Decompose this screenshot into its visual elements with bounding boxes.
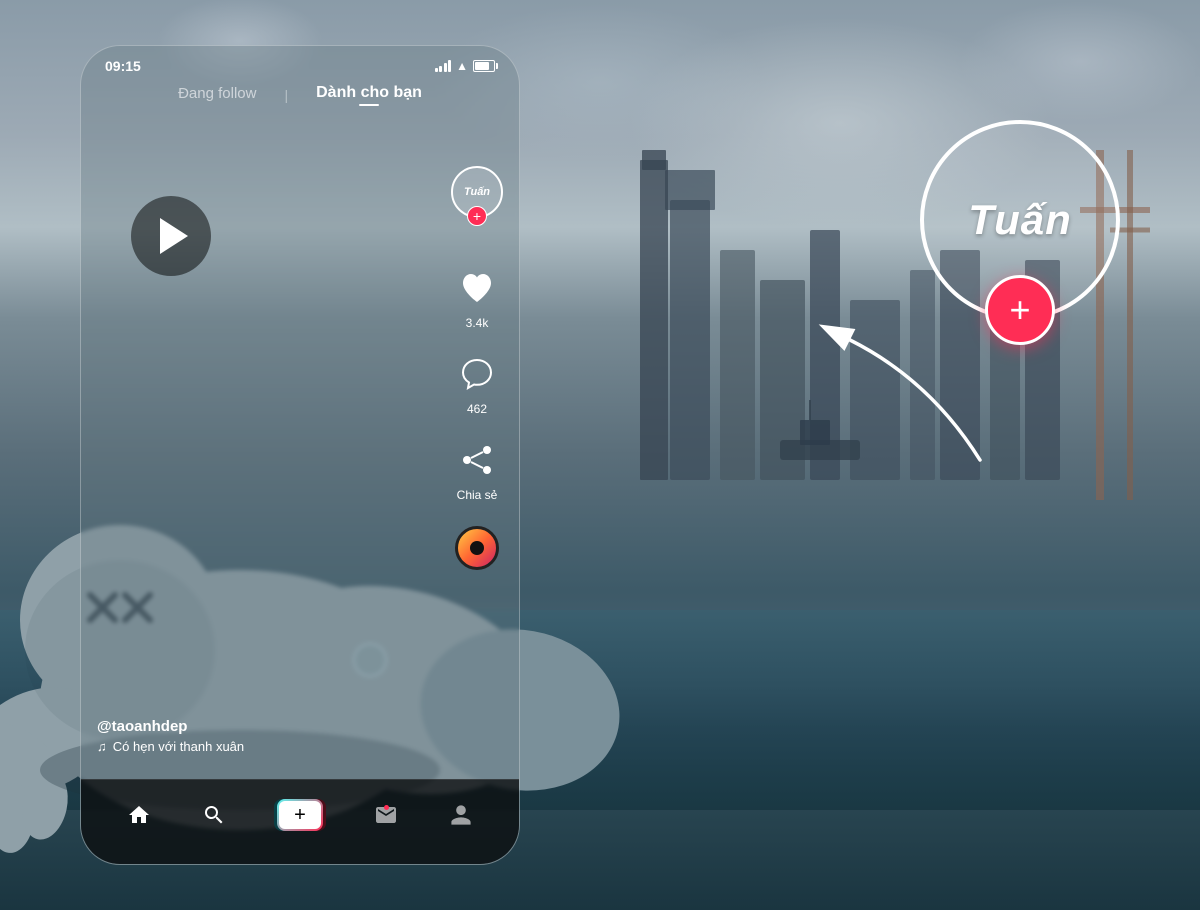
wifi-icon: ▲	[456, 59, 468, 73]
create-button[interactable]: +	[277, 799, 323, 831]
like-count: 3.4k	[466, 316, 489, 330]
inbox-icon	[374, 803, 398, 827]
nav-inbox[interactable]	[374, 803, 398, 827]
comment-action[interactable]: 462	[453, 350, 501, 416]
creator-avatar[interactable]: Tuấn +	[451, 166, 503, 218]
nav-home[interactable]	[127, 803, 151, 827]
nav-search[interactable]	[202, 803, 226, 827]
create-button-inner: +	[279, 801, 321, 829]
share-action[interactable]: Chia sẻ	[453, 436, 501, 502]
tab-separator: |	[284, 87, 288, 103]
share-icon	[453, 436, 501, 484]
bottom-navigation: +	[81, 779, 519, 864]
right-actions-panel: Tuấn + 3.4k 462	[451, 166, 503, 570]
status-icons: ▲	[435, 59, 495, 73]
home-icon	[127, 803, 151, 827]
status-bar: 09:15 ▲	[81, 46, 519, 80]
nav-tabs: Đang follow | Dành cho bạn	[81, 80, 519, 116]
tab-following[interactable]: Đang follow	[178, 85, 256, 106]
music-info[interactable]: ♫ Có hẹn với thanh xuân	[97, 739, 439, 754]
music-note-icon: ♫	[97, 739, 107, 754]
tuan-annotation-text: Tuấn	[968, 196, 1072, 244]
time-display: 09:15	[105, 58, 141, 74]
signal-icon	[435, 60, 452, 72]
phone-frame: 09:15 ▲ Đang follow | Dành cho bạn Tuấn	[80, 45, 520, 865]
video-info: @taoanhdep ♫ Có hẹn với thanh xuân	[97, 718, 439, 754]
tab-for-you[interactable]: Dành cho bạn	[316, 84, 422, 106]
search-icon	[202, 803, 226, 827]
avatar-text: Tuấn	[464, 186, 490, 198]
nav-create[interactable]: +	[277, 799, 323, 831]
play-triangle-icon	[160, 218, 188, 254]
annotation-tuan-container: Tuấn +	[920, 120, 1120, 320]
like-action[interactable]: 3.4k	[453, 264, 501, 330]
nav-profile[interactable]	[449, 803, 473, 827]
annotation-arrow	[800, 300, 1020, 480]
create-plus-icon: +	[294, 805, 306, 825]
music-disc-action[interactable]	[455, 526, 499, 570]
profile-icon	[449, 803, 473, 827]
share-label: Chia sẻ	[457, 488, 498, 502]
comment-count: 462	[467, 402, 487, 416]
music-title: Có hẹn với thanh xuân	[113, 739, 244, 754]
comment-icon	[453, 350, 501, 398]
heart-icon	[453, 264, 501, 312]
battery-icon	[473, 60, 495, 72]
play-button[interactable]	[131, 196, 211, 276]
avatar-follow-button[interactable]: +	[467, 206, 487, 226]
creator-username[interactable]: @taoanhdep	[97, 718, 439, 735]
